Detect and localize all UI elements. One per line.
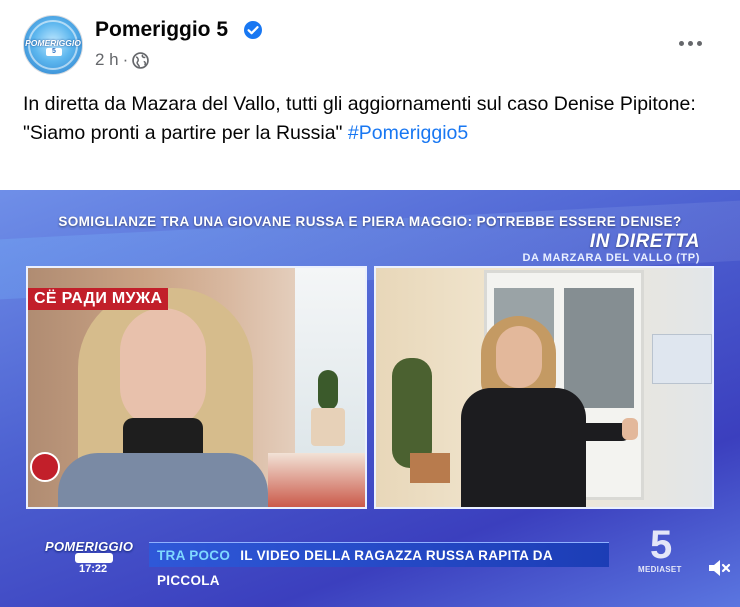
missing-poster — [652, 334, 712, 384]
avatar-logo-text: POMERIGGIO — [25, 38, 81, 48]
show-logo-badge — [75, 553, 113, 563]
page-name-link[interactable]: Pomeriggio 5 — [95, 18, 228, 42]
post-timestamp[interactable]: 2 h — [95, 50, 119, 70]
reporter-jacket — [461, 388, 586, 507]
caption-quote: "Siamo pronti a partire per la Russia" — [23, 122, 343, 144]
post-caption: In diretta da Mazara del Vallo, tutti gl… — [23, 90, 723, 148]
girl-jacket — [58, 453, 268, 507]
show-logo: POMERIGGIO 17:22 — [45, 539, 145, 577]
more-options-button[interactable] — [670, 28, 710, 58]
live-location: DA MARZARA DEL VALLO (TP) — [522, 252, 700, 264]
post-meta: 2 h · — [95, 50, 150, 70]
caption-line-2: "Siamo pronti a partire per la Russia" #… — [23, 119, 723, 148]
page-avatar[interactable]: POMERIGGIO 5 — [23, 15, 83, 75]
globe-icon[interactable] — [132, 51, 150, 69]
more-options-dot — [696, 40, 702, 46]
verified-badge-icon — [244, 21, 262, 39]
potted-plant — [392, 358, 432, 468]
russian-channel-logo — [30, 452, 60, 482]
girl-face — [120, 308, 206, 428]
more-options-dot — [678, 40, 684, 46]
terracotta-pot — [410, 453, 450, 483]
reporter-face — [496, 326, 542, 388]
video-frame-left: СЁ РАДИ МУЖА — [26, 266, 367, 509]
plant-pot — [311, 408, 345, 446]
video-frame-right — [374, 266, 714, 509]
channel-name: MEDIASET — [638, 565, 682, 574]
volume-muted-icon[interactable] — [706, 555, 732, 581]
show-name: POMERIGGIO — [45, 539, 134, 554]
post-header: POMERIGGIO 5 Pomeriggio 5 2 h · — [0, 0, 740, 80]
avatar-logo-number: 5 — [46, 48, 62, 56]
cactus-plant — [318, 370, 338, 410]
meta-separator: · — [122, 50, 129, 69]
video-player[interactable]: SOMIGLIANZE TRA UNA GIOVANE RUSSA E PIER… — [0, 190, 740, 607]
shelf — [268, 453, 365, 507]
news-ticker: TRA POCO IL VIDEO DELLA RAGAZZA RUSSA RA… — [149, 542, 609, 588]
show-clock: 17:22 — [79, 563, 108, 575]
more-options-dot — [687, 40, 693, 46]
russian-caption: СЁ РАДИ МУЖА — [28, 288, 169, 310]
caption-line-1: In diretta da Mazara del Vallo, tutti gl… — [23, 93, 696, 115]
door-glass-right — [564, 288, 634, 408]
reporter-hand — [622, 418, 638, 440]
live-label: IN DIRETTA — [589, 231, 700, 252]
ticker-soon-label: TRA POCO — [157, 548, 231, 563]
hashtag-link[interactable]: #Pomeriggio5 — [348, 122, 468, 144]
channel-logo: 5 MEDIASET — [636, 525, 696, 580]
channel-number: 5 — [650, 523, 673, 567]
